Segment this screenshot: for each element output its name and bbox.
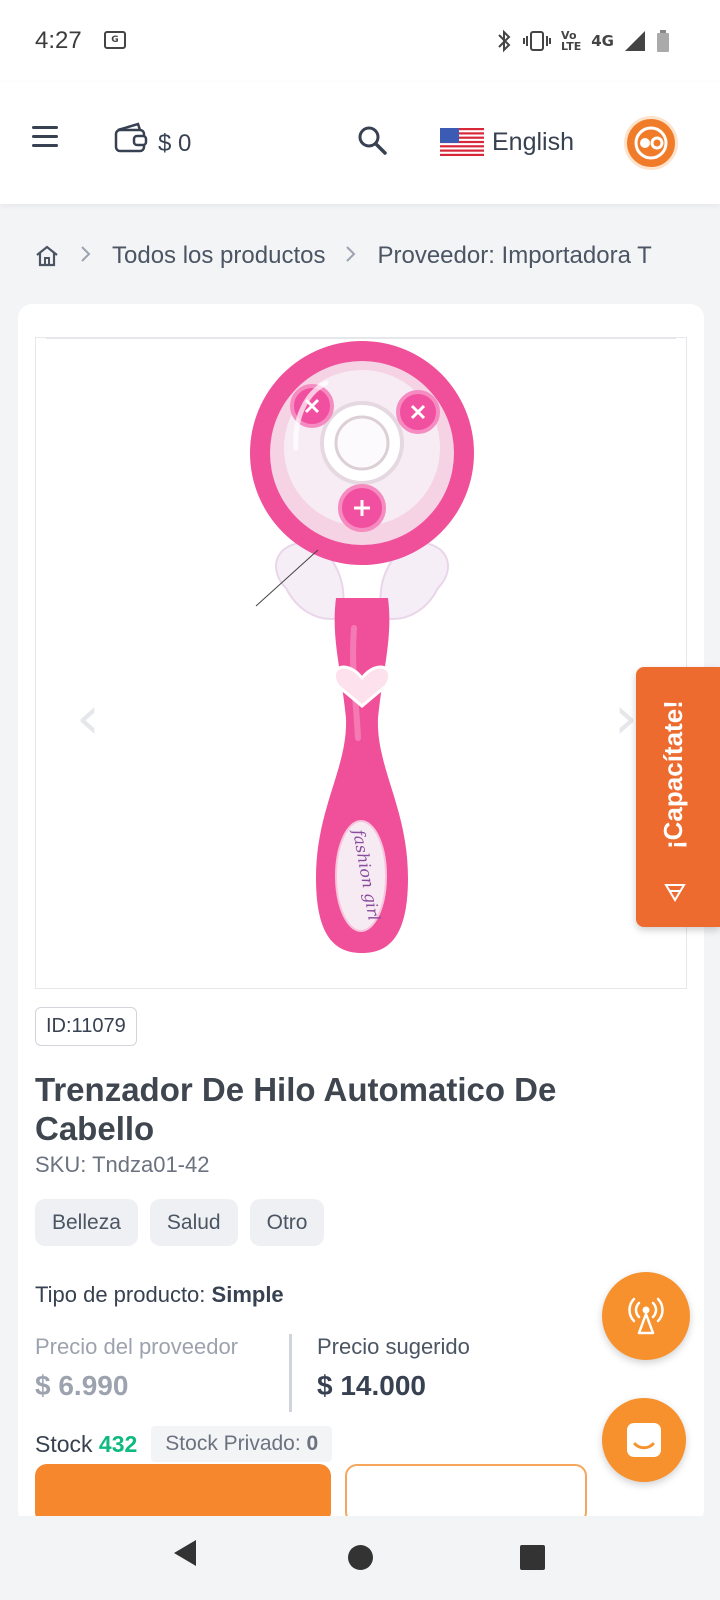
product-sku: SKU: Tndza01-42	[35, 1152, 210, 1177]
training-side-tab[interactable]: ¡Capacítate!	[636, 667, 720, 927]
stock-label-text: Stock	[35, 1430, 93, 1457]
chat-icon	[627, 1423, 661, 1457]
breadcrumb: Todos los productos Proveedor: Importado…	[34, 238, 686, 274]
home-icon[interactable]	[34, 244, 60, 268]
system-nav-bar	[0, 1516, 720, 1600]
tag-salud[interactable]: Salud	[149, 1199, 238, 1246]
product-gallery[interactable]: fashion girl ‹ ›	[35, 337, 687, 989]
status-icons: Vo LTE 4G	[495, 26, 670, 56]
stock-label: Stock 432	[35, 1431, 137, 1458]
megaphone-icon	[664, 884, 686, 902]
breadcrumb-all-products[interactable]: Todos los productos	[112, 242, 325, 270]
bluetooth-icon	[498, 29, 511, 53]
suggested-price-value: $ 14.000	[317, 1370, 426, 1401]
chevron-right-icon	[80, 242, 92, 270]
private-stock-label: Stock Privado:	[165, 1432, 301, 1455]
hamburger-icon[interactable]	[32, 126, 58, 148]
suggested-price-label: Precio sugerido	[317, 1334, 470, 1359]
us-flag-icon[interactable]	[440, 128, 484, 156]
chevron-right-icon	[345, 242, 357, 270]
home-button-icon[interactable]	[348, 1545, 373, 1570]
status-bar: 4:27 G Vo LTE 4G	[0, 0, 720, 82]
broadcast-fab[interactable]	[602, 1272, 690, 1360]
status-time: 4:27	[35, 27, 82, 54]
network-type: 4G	[591, 32, 614, 50]
app-header: $ 0 English	[0, 82, 720, 204]
product-card: fashion girl ‹ › ID:11079 Trenzador De H…	[18, 304, 704, 1524]
stock-row: Stock 432 Stock Privado: 0	[35, 1426, 333, 1462]
broadcast-icon	[628, 1297, 664, 1335]
product-type-label: Tipo de producto:	[35, 1282, 206, 1307]
private-stock-value: 0	[306, 1432, 319, 1455]
breadcrumb-supplier[interactable]: Proveedor: Importadora T	[377, 242, 651, 270]
wallet-icon[interactable]	[114, 122, 148, 154]
vibrate-icon	[523, 31, 552, 51]
recents-icon[interactable]	[520, 1545, 545, 1570]
gallery-prev-chevron-icon[interactable]: ‹	[76, 683, 100, 753]
product-id-badge: ID:11079	[35, 1007, 137, 1046]
primary-action-button[interactable]	[35, 1464, 331, 1524]
price-divider	[289, 1334, 292, 1412]
secondary-action-button[interactable]	[345, 1464, 587, 1524]
volte-line2: LTE	[561, 40, 582, 53]
language-selector[interactable]: English	[492, 128, 574, 157]
google-notification-icon: G	[104, 31, 126, 49]
battery-icon	[657, 30, 669, 52]
volte-indicator: Vo LTE	[561, 30, 581, 52]
supplier-price-value: $ 6.990	[35, 1370, 129, 1401]
suggested-price: Precio sugerido $ 14.000	[317, 1334, 470, 1402]
back-icon[interactable]	[172, 1538, 198, 1568]
price-block: Precio del proveedor $ 6.990 Precio suge…	[35, 1334, 635, 1412]
signal-icon	[625, 31, 645, 51]
avatar[interactable]	[624, 116, 678, 170]
stock-value: 432	[98, 1430, 138, 1457]
tag-otro[interactable]: Otro	[249, 1199, 325, 1246]
side-tab-label: ¡Capacítate!	[658, 700, 688, 849]
search-icon[interactable]	[356, 124, 388, 156]
product-title: Trenzador De Hilo Automatico De Cabello	[35, 1071, 557, 1147]
tag-belleza[interactable]: Belleza	[35, 1199, 138, 1246]
chat-fab[interactable]	[602, 1398, 686, 1482]
supplier-price: Precio del proveedor $ 6.990	[35, 1334, 238, 1402]
supplier-price-label: Precio del proveedor	[35, 1334, 239, 1359]
product-type-value: Simple	[211, 1282, 284, 1307]
gallery-next-chevron-icon[interactable]: ›	[614, 683, 638, 753]
wallet-amount[interactable]: $ 0	[158, 130, 191, 158]
product-type: Tipo de producto: Simple	[35, 1282, 284, 1308]
product-image: fashion girl	[250, 341, 474, 953]
category-tags: Belleza Salud Otro	[35, 1199, 325, 1246]
private-stock-badge: Stock Privado: 0	[151, 1426, 333, 1462]
avatar-logo-icon	[634, 126, 668, 160]
